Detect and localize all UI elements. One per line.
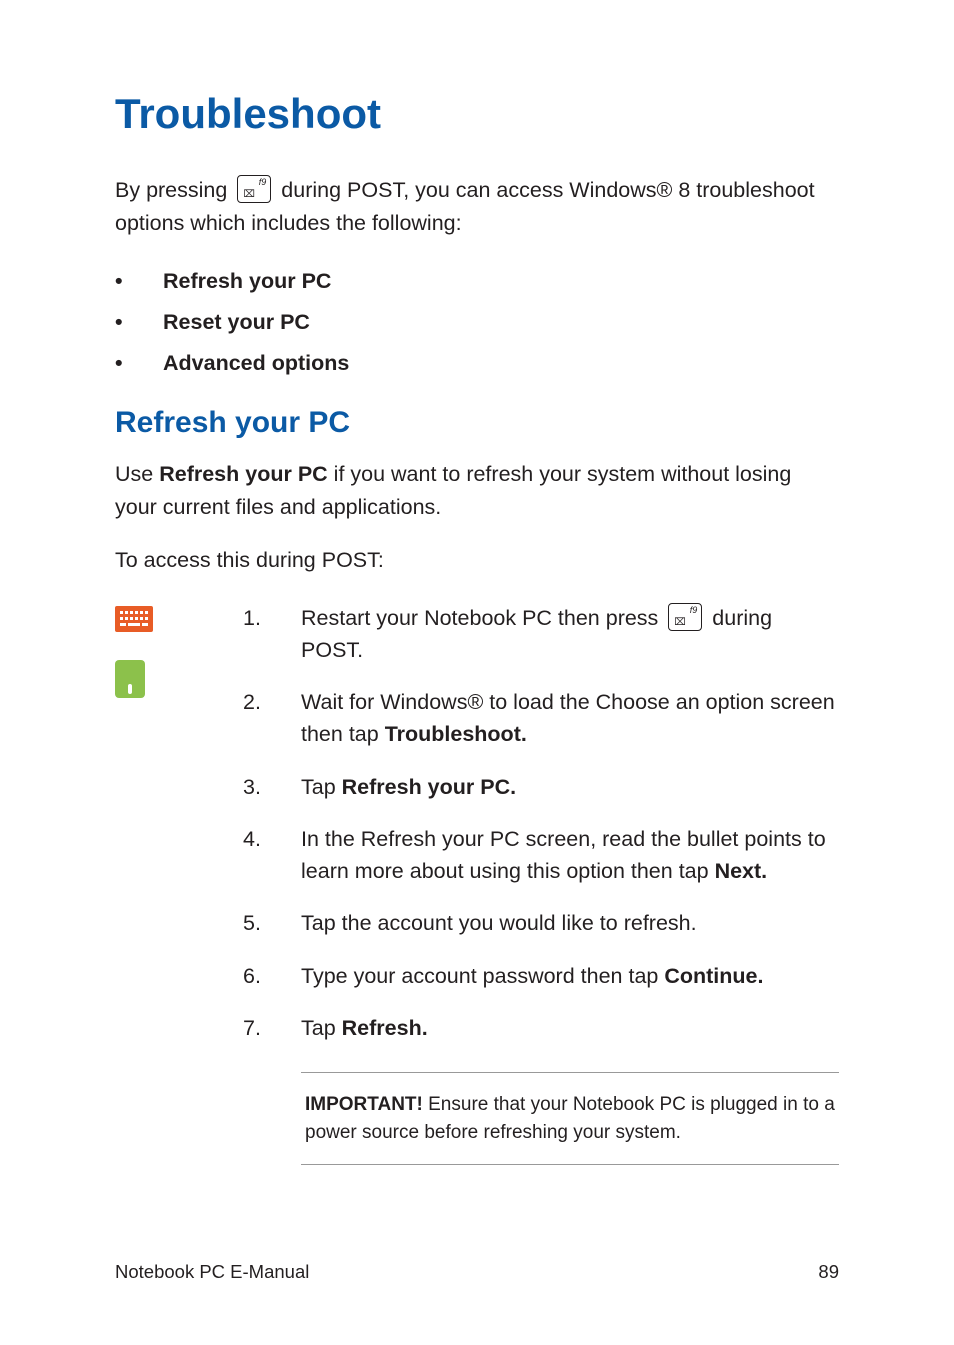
important-note: IMPORTANT! Ensure that your Notebook PC … xyxy=(301,1072,839,1165)
key-sup-label: f9 xyxy=(259,178,267,187)
touchscreen-icon xyxy=(115,660,145,698)
step-item: 2. Wait for Windows® to load the Choose … xyxy=(243,686,839,751)
step6-bold: Continue. xyxy=(664,964,763,988)
section-intro: Use Refresh your PC if you want to refre… xyxy=(115,458,839,525)
note-bold: IMPORTANT! xyxy=(305,1094,423,1115)
page-footer: Notebook PC E-Manual 89 xyxy=(115,1261,839,1283)
step-text: In the Refresh your PC screen, read the … xyxy=(301,823,839,888)
step2-bold: Troubleshoot. xyxy=(385,722,527,746)
key-sup-label: f9 xyxy=(690,606,698,615)
options-list: •Refresh your PC •Reset your PC •Advance… xyxy=(115,269,839,376)
step-item: 3. Tap Refresh your PC. xyxy=(243,771,839,803)
step-item: 7. Tap Refresh. xyxy=(243,1012,839,1044)
step-text: Tap the account you would like to refres… xyxy=(301,907,839,939)
bullet-dot: • xyxy=(115,310,163,335)
step-number: 6. xyxy=(243,960,301,992)
step-number: 7. xyxy=(243,1012,301,1044)
bullet-dot: • xyxy=(115,269,163,294)
page-title: Troubleshoot xyxy=(115,90,839,138)
keyboard-icon xyxy=(115,606,153,632)
option-label: Refresh your PC xyxy=(163,269,331,294)
step-text: Tap Refresh your PC. xyxy=(301,771,839,803)
step7-before: Tap xyxy=(301,1016,342,1040)
steps-container: 1. Restart your Notebook PC then press ⌧… xyxy=(115,602,839,1065)
section-heading: Refresh your PC xyxy=(115,406,839,440)
icon-column xyxy=(115,602,243,698)
sec-intro-before: Use xyxy=(115,462,159,486)
step-number: 5. xyxy=(243,907,301,939)
step1-before: Restart your Notebook PC then press xyxy=(301,606,664,630)
list-item: •Advanced options xyxy=(115,351,839,376)
step-text: Wait for Windows® to load the Choose an … xyxy=(301,686,839,751)
footer-page-number: 89 xyxy=(818,1261,839,1283)
bullet-dot: • xyxy=(115,351,163,376)
step6-before: Type your account password then tap xyxy=(301,964,664,988)
step-text: Type your account password then tap Cont… xyxy=(301,960,839,992)
list-item: •Reset your PC xyxy=(115,310,839,335)
option-label: Advanced options xyxy=(163,351,349,376)
step-item: 5. Tap the account you would like to ref… xyxy=(243,907,839,939)
step3-bold: Refresh your PC. xyxy=(342,775,516,799)
step-text: Restart your Notebook PC then press ⌧ f9… xyxy=(301,602,839,667)
step-text: Tap Refresh. xyxy=(301,1012,839,1044)
intro-before: By pressing xyxy=(115,178,233,202)
step-number: 2. xyxy=(243,686,301,751)
step-number: 3. xyxy=(243,771,301,803)
step4-bold: Next. xyxy=(715,859,768,883)
f9-key-icon: ⌧ f9 xyxy=(237,175,271,203)
step7-bold: Refresh. xyxy=(342,1016,428,1040)
f9-key-icon: ⌧ f9 xyxy=(668,603,702,631)
key-sub-glyph: ⌧ xyxy=(243,190,255,200)
step3-before: Tap xyxy=(301,775,342,799)
list-item: •Refresh your PC xyxy=(115,269,839,294)
footer-left: Notebook PC E-Manual xyxy=(115,1261,309,1283)
step-item: 1. Restart your Notebook PC then press ⌧… xyxy=(243,602,839,667)
sec-intro-bold: Refresh your PC xyxy=(159,462,327,486)
step2-before: Wait for Windows® to load the Choose an … xyxy=(301,690,835,746)
step-number: 1. xyxy=(243,602,301,667)
access-label: To access this during POST: xyxy=(115,544,839,577)
intro-paragraph: By pressing ⌧ f9 during POST, you can ac… xyxy=(115,174,839,241)
step-number: 4. xyxy=(243,823,301,888)
step-item: 4. In the Refresh your PC screen, read t… xyxy=(243,823,839,888)
step-item: 6. Type your account password then tap C… xyxy=(243,960,839,992)
steps-list: 1. Restart your Notebook PC then press ⌧… xyxy=(243,602,839,1065)
key-sub-glyph: ⌧ xyxy=(674,618,686,628)
option-label: Reset your PC xyxy=(163,310,310,335)
